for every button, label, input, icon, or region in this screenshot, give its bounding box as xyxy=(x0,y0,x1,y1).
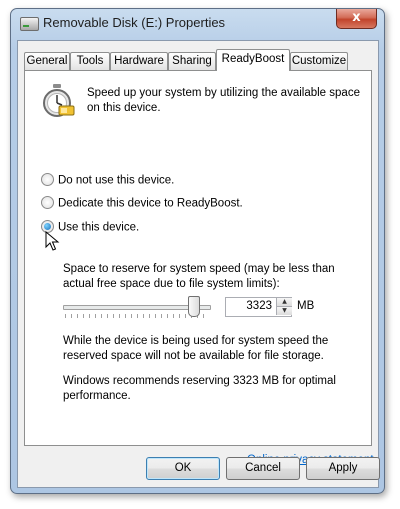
radio-dedicate-device[interactable]: Dedicate this device to ReadyBoost. xyxy=(41,196,243,213)
title-bar[interactable]: Removable Disk (E:) Properties x xyxy=(11,9,384,43)
properties-dialog: Removable Disk (E:) Properties x General… xyxy=(10,8,385,494)
mouse-cursor-icon xyxy=(45,231,60,251)
recommendation-text: Windows recommends reserving 3323 MB for… xyxy=(63,375,336,402)
tab-tools[interactable]: Tools xyxy=(70,52,110,70)
slider-ticks xyxy=(65,314,207,318)
radio-button[interactable] xyxy=(41,173,54,186)
removable-disk-icon xyxy=(20,17,39,31)
radio-label: Dedicate this device to ReadyBoost. xyxy=(58,197,243,210)
window-title: Removable Disk (E:) Properties xyxy=(43,15,226,30)
radio-label: Do not use this device. xyxy=(58,174,175,187)
unit-label: MB xyxy=(297,300,315,312)
dialog-client-area: General Tools Hardware Sharing ReadyBoos… xyxy=(17,40,380,488)
radio-button[interactable] xyxy=(41,196,54,209)
spin-up-arrow-icon[interactable]: ▲ xyxy=(276,298,292,307)
tab-sharing[interactable]: Sharing xyxy=(168,52,216,70)
readyboost-page: Speed up your system by utilizing the av… xyxy=(24,70,374,466)
tab-general[interactable]: General xyxy=(24,52,70,70)
reserve-space-spinbox[interactable]: 3323 ▲ ▼ xyxy=(225,297,292,317)
reserve-space-value[interactable]: 3323 xyxy=(246,300,272,312)
apply-button[interactable]: Apply xyxy=(306,457,380,480)
reserve-space-label: Space to reserve for system speed (may b… xyxy=(63,263,335,290)
reserve-space-slider[interactable] xyxy=(63,296,211,323)
spin-buttons: ▲ ▼ xyxy=(276,298,292,316)
tab-customize[interactable]: Customize xyxy=(290,52,348,70)
readyboost-stopwatch-icon xyxy=(43,84,75,117)
ok-button[interactable]: OK xyxy=(146,457,220,480)
readyboost-intro-text: Speed up your system by utilizing the av… xyxy=(87,87,360,114)
close-button[interactable]: x xyxy=(336,9,377,29)
spin-down-arrow-icon[interactable]: ▼ xyxy=(276,307,292,315)
radio-label: Use this device. xyxy=(58,221,140,234)
slider-thumb[interactable] xyxy=(188,296,200,317)
radio-do-not-use[interactable]: Do not use this device. xyxy=(41,173,175,190)
cancel-button[interactable]: Cancel xyxy=(226,457,300,480)
tab-readyboost[interactable]: ReadyBoost xyxy=(216,49,290,71)
tab-hardware[interactable]: Hardware xyxy=(110,52,168,70)
storage-warning-text: While the device is being used for syste… xyxy=(63,335,329,362)
